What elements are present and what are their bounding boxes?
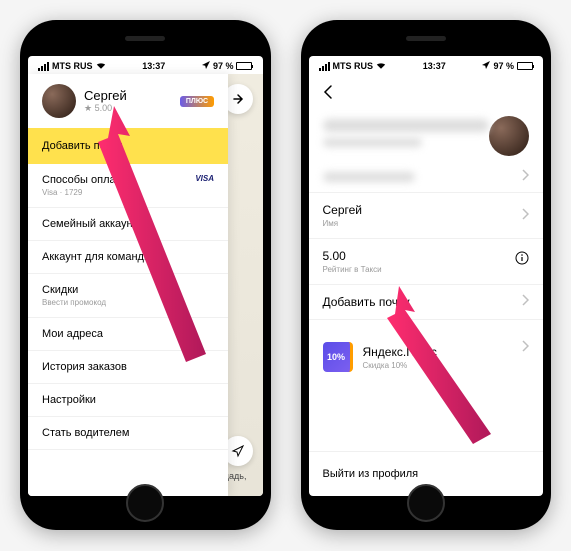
back-button[interactable] (309, 74, 544, 110)
avatar (42, 84, 76, 118)
wifi-icon (96, 61, 106, 71)
signal-icon (38, 62, 49, 71)
chevron-right-icon (522, 168, 529, 186)
menu-item-payment[interactable]: Способы оплаты Visa · 1729 VISA (28, 164, 228, 208)
menu-item-add-email[interactable]: Добавить почту (28, 128, 228, 164)
plus-discount-badge: 10% (323, 342, 353, 372)
row-blurred[interactable] (309, 162, 544, 193)
menu-item-team[interactable]: Аккаунт для команды (28, 241, 228, 274)
battery-pct: 97 % (213, 61, 234, 71)
screen-right: MTS RUS 13:37 97 % (309, 56, 544, 496)
profile-rating: ★ 5.00 (84, 103, 172, 114)
status-bar: MTS RUS 13:37 97 % (28, 56, 263, 74)
menu-item-settings[interactable]: Настройки (28, 384, 228, 417)
carrier-label: MTS RUS (333, 61, 374, 71)
chevron-right-icon (522, 293, 529, 311)
phone-speaker (125, 36, 165, 41)
battery-icon (517, 62, 533, 70)
blurred-login (323, 119, 490, 132)
menu-item-family[interactable]: Семейный аккаунт (28, 208, 228, 241)
row-yandex-plus[interactable]: 10% Яндекс.Плюс Скидка 10% (309, 330, 544, 384)
screen-left: MTS RUS 13:37 97 % ощадь, (28, 56, 263, 496)
location-icon (202, 61, 210, 71)
row-rating[interactable]: 5.00 Рейтинг в Такси (309, 239, 544, 285)
status-bar: MTS RUS 13:37 97 % (309, 56, 544, 74)
row-name[interactable]: Сергей Имя (309, 193, 544, 239)
menu-item-discounts[interactable]: Скидки Ввести промокод (28, 274, 228, 318)
side-drawer: Сергей ★ 5.00 ПЛЮС Добавить почту Способ… (28, 74, 228, 496)
phone-right: MTS RUS 13:37 97 % (301, 20, 552, 530)
battery-icon (236, 62, 252, 70)
blurred-value (323, 172, 416, 182)
chevron-left-icon (323, 84, 333, 100)
chevron-right-icon (522, 339, 529, 357)
menu-item-history[interactable]: История заказов (28, 351, 228, 384)
info-icon[interactable] (515, 251, 529, 270)
visa-icon: VISA (195, 174, 214, 183)
menu-item-become-driver[interactable]: Стать водителем (28, 417, 228, 450)
clock-label: 13:37 (423, 61, 446, 71)
profile-header[interactable]: Сергей ★ 5.00 ПЛЮС (28, 74, 228, 128)
profile-header-row (309, 110, 544, 162)
battery-pct: 97 % (493, 61, 514, 71)
phone-speaker (406, 36, 446, 41)
home-button[interactable] (126, 484, 164, 522)
row-add-email[interactable]: Добавить почту (309, 285, 544, 320)
location-icon (482, 61, 490, 71)
chevron-right-icon (522, 207, 529, 225)
clock-label: 13:37 (142, 61, 165, 71)
blurred-email (323, 138, 423, 147)
home-button[interactable] (407, 484, 445, 522)
signal-icon (319, 62, 330, 71)
phone-left: MTS RUS 13:37 97 % ощадь, (20, 20, 271, 530)
plus-badge: ПЛЮС (180, 96, 214, 107)
profile-name: Сергей (84, 88, 172, 103)
avatar[interactable] (489, 116, 529, 156)
carrier-label: MTS RUS (52, 61, 93, 71)
menu-item-addresses[interactable]: Мои адреса (28, 318, 228, 351)
wifi-icon (376, 61, 386, 71)
